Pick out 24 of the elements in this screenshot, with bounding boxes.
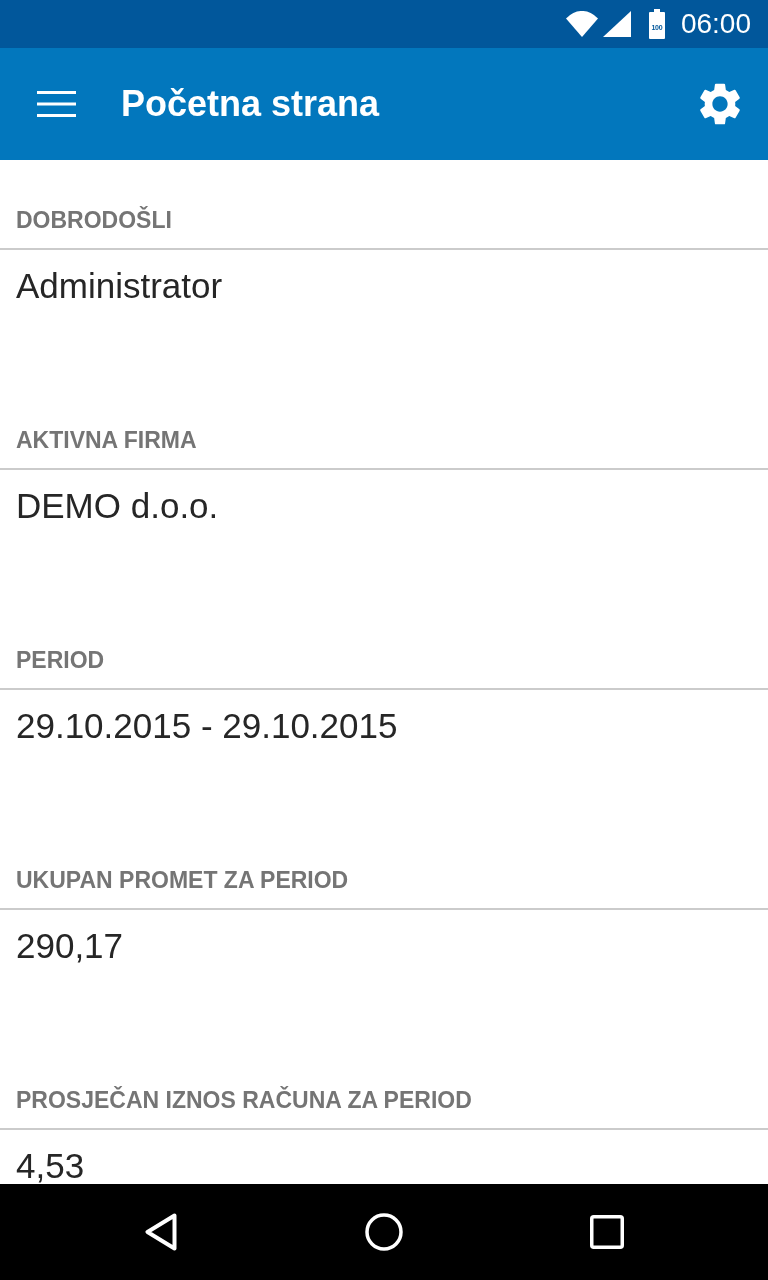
- recent-apps-button[interactable]: [587, 1212, 627, 1252]
- section-heading: AKTIVNA FIRMA: [0, 424, 768, 470]
- section-value: DEMO d.o.o.: [15, 488, 220, 524]
- section-value: 4,53: [15, 1148, 86, 1184]
- settings-icon: [699, 83, 741, 125]
- wifi-icon: [565, 11, 598, 37]
- section-value: 290,17: [15, 928, 125, 964]
- recent-apps-icon: [590, 1215, 624, 1249]
- page-title: Početna strana: [121, 82, 380, 126]
- section-value: Administrator: [15, 268, 224, 304]
- home-icon: [365, 1213, 403, 1251]
- section-heading: PERIOD: [0, 644, 768, 690]
- clock-time: 06:00: [680, 8, 751, 40]
- back-icon: [145, 1213, 177, 1251]
- section-heading: PROSJEČAN IZNOS RAČUNA ZA PERIOD: [0, 1084, 768, 1130]
- signal-icon: [602, 11, 631, 37]
- home-button[interactable]: [364, 1212, 404, 1252]
- section-value: 29.10.2015 - 29.10.2015: [15, 708, 399, 744]
- menu-button[interactable]: [37, 91, 76, 117]
- section-heading: DOBRODOŠLI: [0, 204, 768, 250]
- section-heading: UKUPAN PROMET ZA PERIOD: [0, 864, 768, 910]
- battery-icon: [648, 9, 665, 39]
- menu-icon: [37, 91, 76, 117]
- settings-button[interactable]: [699, 83, 741, 125]
